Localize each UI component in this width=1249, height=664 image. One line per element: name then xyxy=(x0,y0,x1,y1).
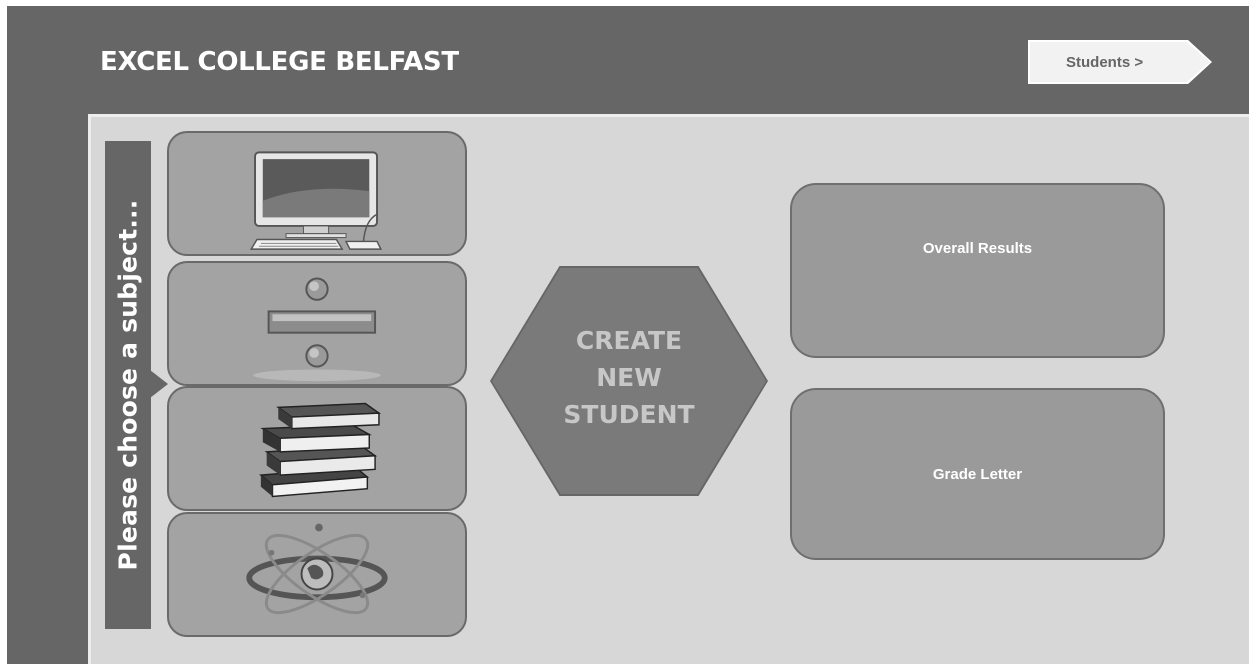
divide-icon xyxy=(253,277,381,382)
subject-science-button[interactable] xyxy=(167,512,467,637)
create-line-1: CREATE xyxy=(575,326,683,355)
atom-globe-icon xyxy=(246,523,388,615)
students-nav-button[interactable]: Students > xyxy=(1028,40,1212,84)
grade-letter-label: Grade Letter xyxy=(932,465,1023,483)
subject-english-button[interactable] xyxy=(167,386,467,511)
subject-maths-button[interactable] xyxy=(167,261,467,386)
overall-results-button[interactable]: Overall Results xyxy=(790,183,1165,358)
subject-computing-button[interactable] xyxy=(167,131,467,256)
computer-icon xyxy=(249,151,383,250)
subject-prompt-arrow xyxy=(150,370,168,398)
create-line-3: STUDENT xyxy=(563,400,695,429)
students-nav-label: Students > xyxy=(1030,42,1210,82)
overall-results-label: Overall Results xyxy=(922,240,1033,257)
create-line-2: NEW xyxy=(596,363,662,392)
grade-letter-button[interactable]: Grade Letter xyxy=(790,388,1165,560)
page-title: EXCEL COLLEGE BELFAST xyxy=(100,47,459,77)
subject-prompt-label: Please choose a subject... xyxy=(113,199,143,571)
books-icon xyxy=(259,402,382,498)
